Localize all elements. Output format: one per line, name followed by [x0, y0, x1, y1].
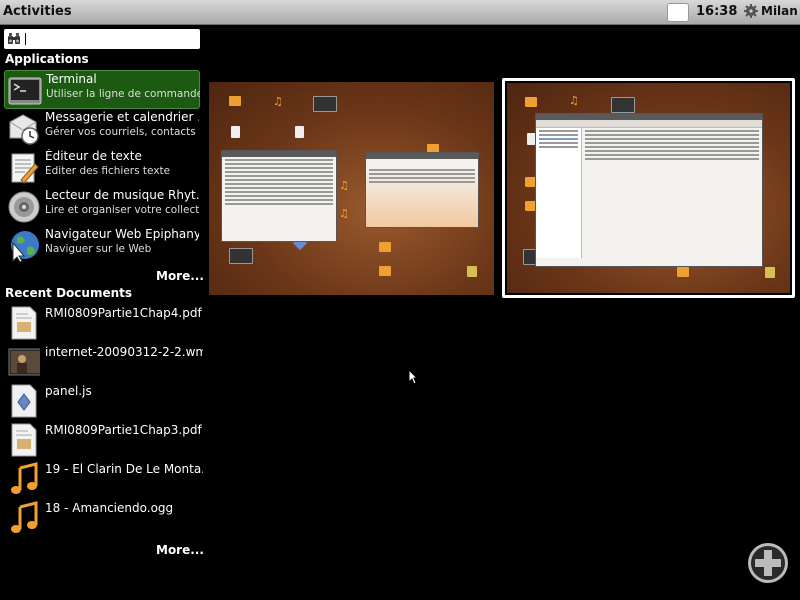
search-input[interactable] [4, 29, 200, 49]
folder-icon [229, 96, 241, 106]
app-description: Lire et organiser votre collectio... [45, 204, 199, 216]
pdf-document-icon [11, 306, 37, 340]
script-file-icon [11, 384, 37, 418]
document-name: RMI0809Partie1Chap3.pdf [45, 423, 202, 437]
folder-icon [525, 97, 537, 107]
folder-icon [379, 266, 391, 276]
app-description: Utiliser la ligne de commande [46, 88, 200, 100]
document-icon [295, 126, 304, 138]
music-note-icon: ♫ [339, 207, 349, 220]
clock[interactable]: 16:38 [696, 4, 737, 19]
user-menu[interactable]: Milan [744, 4, 798, 18]
folder-icon [677, 267, 689, 277]
recent-document-item[interactable]: RMI0809Partie1Chap4.pdf [4, 304, 202, 343]
app-name: Navigateur Web Epiphany [45, 227, 199, 241]
workspace-thumbnail-2[interactable]: ♫ [507, 83, 790, 293]
globe-icon [11, 231, 39, 263]
mouse-cursor-icon [408, 369, 418, 385]
user-name: Milan [761, 4, 798, 18]
recent-document-item[interactable]: internet-20090312-2-2.wmv [4, 343, 203, 382]
music-note-icon: ♫ [569, 94, 579, 107]
trash-icon [467, 266, 477, 277]
text-editor-icon [11, 153, 39, 184]
video-file-icon [229, 248, 253, 264]
document-name: 19 - El Clarin De Le Monta... [45, 462, 203, 476]
workspace-thumbnail-1[interactable]: ♫ ♫ ♫ [209, 82, 494, 295]
applications-more-link[interactable]: More... [156, 269, 204, 283]
gear-icon [744, 4, 758, 18]
trash-icon [765, 267, 775, 278]
app-description: Naviguer sur le Web [45, 243, 152, 255]
recent-documents-heading: Recent Documents [5, 286, 133, 300]
window-thumbnail[interactable] [365, 152, 479, 228]
recent-documents-more-link[interactable]: More... [156, 543, 204, 557]
app-name: Messagerie et calendrier ... [45, 110, 199, 124]
terminal-icon [8, 77, 42, 105]
app-item-mail-calendar[interactable]: Messagerie et calendrier ... Gérer vos c… [4, 109, 200, 148]
app-item-terminal[interactable]: Terminal Utiliser la ligne de commande [4, 70, 200, 109]
document-name: 18 - Amanciendo.ogg [45, 501, 174, 515]
music-player-icon [8, 191, 40, 223]
app-name: Éditeur de texte [45, 149, 142, 163]
music-note-icon [11, 501, 38, 533]
activities-button[interactable]: Activities [3, 4, 72, 19]
recent-document-item[interactable]: panel.js [4, 382, 200, 421]
document-name: RMI0809Partie1Chap4.pdf [45, 306, 202, 320]
music-note-icon: ♫ [273, 95, 283, 108]
recent-document-item[interactable]: 18 - Amanciendo.ogg [4, 499, 200, 538]
window-thumbnail[interactable] [535, 113, 763, 267]
pdf-document-icon [11, 423, 37, 457]
top-panel: Activities 16:38 Milan [0, 0, 800, 25]
app-item-music-player[interactable]: Lecteur de musique Rhyt... Lire et organ… [4, 187, 200, 226]
mail-calendar-icon [9, 114, 39, 145]
music-note-icon [11, 462, 38, 494]
notification-tray-icon[interactable] [667, 3, 689, 22]
document-icon [231, 126, 240, 138]
document-name: internet-20090312-2-2.wmv [45, 345, 203, 359]
app-item-text-editor[interactable]: Éditeur de texte Éditer des fichiers tex… [4, 148, 200, 187]
binoculars-icon [8, 33, 20, 44]
app-item-web-browser[interactable]: Navigateur Web Epiphany Naviguer sur le … [4, 226, 200, 265]
app-description: Gérer vos courriels, contacts e... [45, 126, 199, 138]
app-description: Éditer des fichiers texte [45, 165, 171, 177]
app-name: Lecteur de musique Rhyt... [45, 188, 199, 202]
video-file-icon [313, 96, 337, 112]
add-workspace-button[interactable] [746, 541, 790, 585]
recent-document-item[interactable]: RMI0809Partie1Chap3.pdf [4, 421, 202, 460]
window-thumbnail[interactable] [221, 150, 337, 242]
music-note-icon: ♫ [339, 179, 349, 192]
video-file-icon [611, 97, 635, 113]
applications-heading: Applications [5, 52, 89, 66]
folder-icon [379, 242, 391, 252]
document-name: panel.js [45, 384, 92, 398]
video-file-icon [8, 348, 40, 376]
text-caret [25, 33, 26, 45]
recent-document-item[interactable]: 19 - El Clarin De Le Monta... [4, 460, 203, 499]
app-name: Terminal [46, 72, 97, 86]
